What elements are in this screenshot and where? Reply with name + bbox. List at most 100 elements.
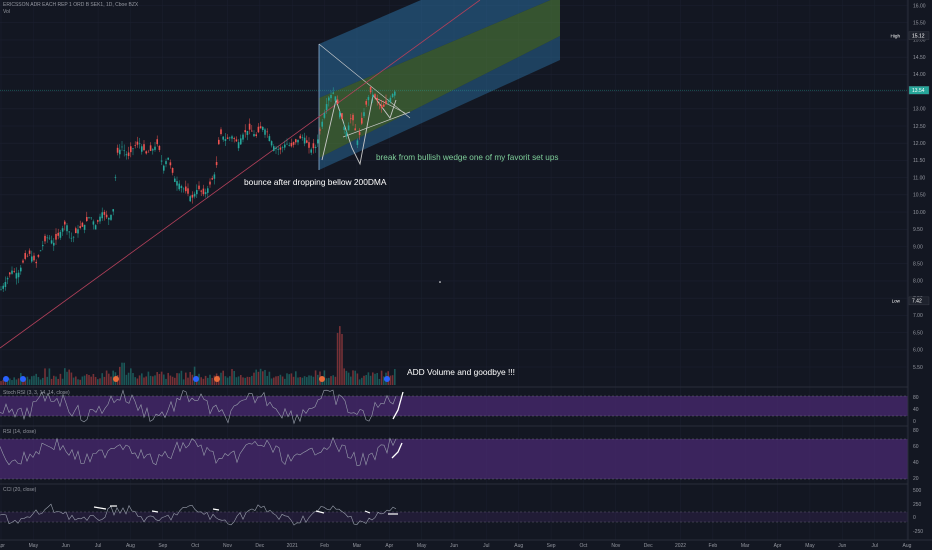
candle-body <box>28 250 31 254</box>
annotation-wedge-break[interactable]: break from bullish wedge one of my favor… <box>376 153 559 162</box>
volume-bar <box>277 376 279 385</box>
candle-body <box>218 139 220 145</box>
candle-body <box>22 260 24 263</box>
candle-body <box>262 126 264 130</box>
volume-bar <box>270 378 273 385</box>
candle-body <box>2 285 4 289</box>
candle-body <box>20 267 22 272</box>
time-tick-label: Apr <box>774 543 782 549</box>
price-marker-value: 15.12 <box>912 34 925 40</box>
event-marker[interactable] <box>214 376 220 382</box>
volume-bar <box>17 378 20 385</box>
annotation-200dma-bounce[interactable]: bounce after dropping bellow 200DMA <box>244 177 387 187</box>
volume-bar <box>295 371 297 385</box>
volume-bar <box>57 378 59 385</box>
volume-bar <box>50 378 53 385</box>
candle-body <box>57 232 59 236</box>
time-tick-label: Jun <box>838 543 846 549</box>
volume-bar <box>103 376 106 385</box>
volume-bar <box>347 372 350 385</box>
candle-body <box>229 137 231 139</box>
volume-bar <box>222 370 224 385</box>
volume-bar <box>101 373 103 385</box>
candle-body <box>169 162 172 166</box>
candle-body <box>11 270 13 274</box>
candle-body <box>367 97 370 101</box>
candle-body <box>110 214 112 220</box>
event-marker[interactable] <box>384 376 390 382</box>
symbol-title[interactable]: ERICSSON ADR EACH REP 1 ORD B SEK1, 1D, … <box>3 2 138 9</box>
annotation-add-volume[interactable]: ADD Volume and goodbye !!! <box>407 367 515 377</box>
volume-bar <box>301 377 304 385</box>
volume-bar <box>158 373 161 385</box>
time-tick-label: Oct <box>191 543 199 549</box>
candle-body <box>279 147 282 150</box>
time-tick-label: Jun <box>62 543 70 549</box>
price-tick-label: 10.50 <box>913 193 926 199</box>
candle-body <box>211 178 213 180</box>
volume-bar <box>33 375 35 385</box>
candle-body <box>156 139 158 145</box>
volume-bar <box>314 370 317 385</box>
candle-body <box>165 161 167 165</box>
event-marker[interactable] <box>3 376 9 382</box>
stoch-band <box>0 396 908 416</box>
candle-body <box>266 131 268 133</box>
event-marker[interactable] <box>193 376 199 382</box>
candle-body <box>59 232 62 238</box>
volume-bar <box>108 373 110 385</box>
volume-bar <box>292 376 295 385</box>
candle-body <box>103 211 106 215</box>
volume-bar <box>275 376 277 385</box>
volume-bar <box>81 376 84 385</box>
chart-canvas[interactable]: 16.0015.5015.0014.5014.0013.5013.0012.50… <box>0 0 932 550</box>
candle-body <box>224 139 227 141</box>
candle-body <box>174 178 176 182</box>
candle-body <box>306 140 308 143</box>
candle-body <box>383 104 385 107</box>
price-tick-label: 12.50 <box>913 124 926 130</box>
volume-bar <box>332 375 334 385</box>
candle-body <box>317 139 319 144</box>
volume-bar <box>334 376 337 385</box>
volume-bar <box>132 373 134 385</box>
candle-body <box>193 193 196 197</box>
candle-body <box>50 240 53 244</box>
candle-body <box>207 188 209 193</box>
volume-bar <box>42 377 44 385</box>
rsi-title: RSI (14, close) <box>3 429 36 435</box>
volume-bar <box>48 368 51 385</box>
volume-bar <box>224 376 227 385</box>
volume-bar <box>13 377 15 385</box>
time-tick-label: Jul <box>871 543 877 549</box>
candle-body <box>200 190 202 192</box>
event-marker[interactable] <box>113 376 119 382</box>
candle-body <box>75 228 77 234</box>
candle-body <box>301 137 304 138</box>
candle-body <box>189 196 191 202</box>
volume-bar <box>152 376 154 385</box>
volume-bar <box>343 368 345 385</box>
volume-bar <box>11 380 13 385</box>
candle-body <box>220 129 222 135</box>
candle-body <box>242 134 244 140</box>
candle-body <box>270 141 273 146</box>
volume-bar <box>262 371 264 385</box>
volume-bar <box>255 369 257 385</box>
event-marker[interactable] <box>20 376 26 382</box>
volume-bar <box>200 377 202 385</box>
volume-bar <box>141 373 143 385</box>
candle-body <box>171 168 174 173</box>
candle-body <box>273 146 275 151</box>
candle-body <box>68 231 70 233</box>
candle-body <box>121 146 123 148</box>
volume-bar <box>176 373 178 385</box>
candle-body <box>290 142 293 147</box>
event-marker[interactable] <box>319 376 325 382</box>
volume-bar <box>119 366 121 385</box>
volume-bar <box>68 369 70 385</box>
candle-body <box>114 176 117 178</box>
price-tick-label: 11.00 <box>913 175 925 181</box>
volume-bar <box>363 375 365 385</box>
candle-body <box>83 224 86 230</box>
